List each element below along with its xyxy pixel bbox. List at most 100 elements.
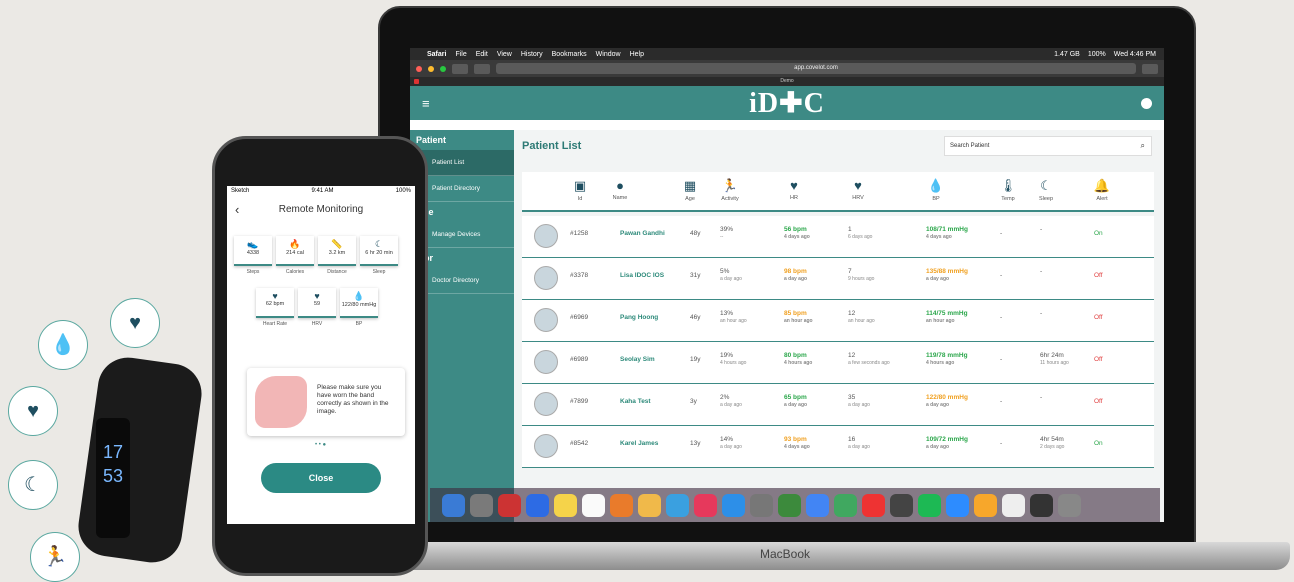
- table-row[interactable]: #3378 Lisa IDOC IOS 31y 5% a day ago 98 bpm a …: [522, 258, 1154, 300]
- col-temp[interactable]: 🌡 Temp: [988, 178, 1028, 202]
- user-account-icon[interactable]: [1141, 97, 1152, 109]
- alert-toggle[interactable]: Off: [1094, 314, 1103, 321]
- col-sleep[interactable]: ☾ Sleep: [1026, 178, 1066, 202]
- heart-icon: ♥: [790, 178, 798, 193]
- clock: Wed 4:46 PM: [1113, 50, 1156, 58]
- dock-app-icon[interactable]: [694, 493, 717, 517]
- dock-app-icon[interactable]: [890, 493, 913, 517]
- share-button[interactable]: [1142, 63, 1158, 74]
- moon-icon: ☾: [1040, 178, 1052, 193]
- dock-app-icon[interactable]: [722, 493, 745, 517]
- browser-tab[interactable]: Demo: [410, 77, 1164, 86]
- alert-toggle[interactable]: Off: [1094, 356, 1103, 363]
- dock-app-icon[interactable]: [1030, 493, 1053, 517]
- menu-edit[interactable]: Edit: [476, 51, 488, 58]
- metric-value: 59: [313, 301, 321, 307]
- patient-name[interactable]: Lisa IDOC IOS: [620, 272, 664, 279]
- menu-file[interactable]: File: [455, 51, 466, 58]
- sidebar-toggle-button[interactable]: [474, 63, 490, 74]
- col-age[interactable]: ▦ Age: [670, 178, 710, 202]
- dock-app-icon[interactable]: [834, 493, 857, 517]
- avatar: [534, 434, 558, 458]
- table-row[interactable]: #6969 Pang Hoong 46y 13% an hour ago 85 bpm an…: [522, 300, 1154, 342]
- patient-name[interactable]: Pawan Gandhi: [620, 230, 665, 237]
- minimize-window-button[interactable]: [428, 65, 434, 72]
- table-row[interactable]: #8542 Karel James 13y 14% a day ago 93 bpm 4 d…: [522, 426, 1154, 468]
- hamburger-menu-icon[interactable]: ≡: [422, 96, 430, 111]
- menu-app[interactable]: Safari: [427, 51, 446, 58]
- menu-bookmarks[interactable]: Bookmarks: [552, 51, 587, 58]
- patient-name[interactable]: Kaha Test: [620, 398, 651, 405]
- patient-name[interactable]: Pang Hoong: [620, 314, 658, 321]
- dock-app-icon[interactable]: [946, 493, 969, 517]
- temp-cell: -: [1000, 398, 1003, 405]
- alert-toggle[interactable]: On: [1094, 440, 1103, 447]
- dock-app-icon[interactable]: [470, 493, 493, 517]
- dock-app-icon[interactable]: [638, 493, 661, 517]
- metric-card[interactable]: 💧 122/80 mmHg: [340, 288, 378, 318]
- dock-app-icon[interactable]: [610, 493, 633, 517]
- menu-history[interactable]: History: [521, 51, 543, 58]
- address-bar[interactable]: app.covelot.com: [496, 63, 1136, 74]
- dock-app-icon[interactable]: [526, 493, 549, 517]
- heart-rate-icon: ♥: [854, 178, 862, 193]
- search-icon[interactable]: ⌕: [1141, 141, 1145, 151]
- dock-app-icon[interactable]: [974, 493, 997, 517]
- phone-status-bar: Sketch 9:41 AM 100%: [227, 186, 415, 196]
- dock-app-icon[interactable]: [862, 493, 885, 517]
- alert-toggle[interactable]: On: [1094, 230, 1103, 237]
- activity-cell: 19% 4 hours ago: [720, 352, 747, 366]
- col-name[interactable]: ● Name: [600, 178, 640, 201]
- carousel-dots[interactable]: • • ●: [315, 442, 326, 448]
- metric-card[interactable]: 👟 4338: [234, 236, 272, 266]
- dock-app-icon[interactable]: [498, 493, 521, 517]
- close-window-button[interactable]: [416, 65, 422, 72]
- close-button[interactable]: Close: [261, 463, 381, 493]
- col-hr[interactable]: ♥ HR: [774, 178, 814, 201]
- table-row[interactable]: #6989 Seolay Sim 19y 19% 4 hours ago 80 bpm 4 …: [522, 342, 1154, 384]
- search-input[interactable]: Search Patient ⌕: [944, 136, 1152, 156]
- person-icon: ●: [616, 178, 624, 193]
- memory-status: 1.47 GB: [1054, 50, 1080, 58]
- patient-name[interactable]: Karel James: [620, 440, 658, 447]
- band-minute: 53: [102, 466, 124, 486]
- dock-app-icon[interactable]: [918, 493, 941, 517]
- col-hrv[interactable]: ♥ HRV: [838, 178, 878, 201]
- dock-app-icon[interactable]: [750, 493, 773, 517]
- activity-cell: 14% a day ago: [720, 436, 742, 450]
- col-alert[interactable]: 🔔 Alert: [1082, 178, 1122, 202]
- dock-app-icon[interactable]: [666, 493, 689, 517]
- metric-card[interactable]: 📏 3.2 km: [318, 236, 356, 266]
- col-activity[interactable]: 🏃 Activity: [710, 178, 750, 202]
- patient-name[interactable]: Seolay Sim: [620, 356, 655, 363]
- dock-app-icon[interactable]: [1002, 493, 1025, 517]
- alert-toggle[interactable]: Off: [1094, 272, 1103, 279]
- dock-app-icon[interactable]: [1058, 493, 1081, 517]
- menu-window[interactable]: Window: [596, 51, 621, 58]
- page-title: Patient List: [522, 140, 582, 152]
- metric-card[interactable]: ♥ 59: [298, 288, 336, 318]
- alert-toggle[interactable]: Off: [1094, 398, 1103, 405]
- table-row[interactable]: #1258 Pawan Gandhi 48y 39% -- 56 bpm 4 days ag…: [522, 216, 1154, 258]
- dock-app-icon[interactable]: [442, 493, 465, 517]
- dock-app-icon[interactable]: [778, 493, 801, 517]
- metric-card[interactable]: ♥ 62 bpm: [256, 288, 294, 318]
- battery-status: 100%: [1087, 50, 1106, 58]
- metric-card[interactable]: ☾ 6 hr 20 min: [360, 236, 398, 266]
- menu-help[interactable]: Help: [630, 51, 644, 58]
- table-row[interactable]: #7899 Kaha Test 3y 2% a day ago 65 bpm a day a…: [522, 384, 1154, 426]
- bp-cell: 119/78 mmHg 4 hours ago: [926, 352, 968, 366]
- temp-cell: -: [1000, 356, 1003, 363]
- col-bp[interactable]: 💧 BP: [916, 178, 956, 202]
- metric-card[interactable]: 🔥 214 cal: [276, 236, 314, 266]
- col-id[interactable]: ▣ Id: [560, 178, 600, 202]
- patient-id: #6989: [570, 356, 589, 363]
- zoom-window-button[interactable]: [440, 65, 446, 72]
- dock-app-icon[interactable]: [582, 493, 605, 517]
- dock-app-icon[interactable]: [554, 493, 577, 517]
- back-forward-buttons[interactable]: [452, 63, 468, 74]
- moon-icon: ☾: [374, 239, 384, 249]
- menu-view[interactable]: View: [497, 51, 512, 58]
- back-chevron-icon[interactable]: ‹: [235, 202, 239, 217]
- dock-app-icon[interactable]: [806, 493, 829, 517]
